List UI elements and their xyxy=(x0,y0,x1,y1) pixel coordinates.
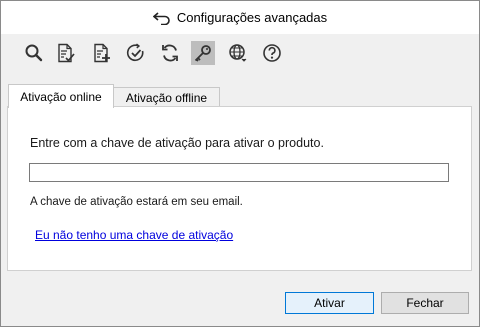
no-key-link[interactable]: Eu não tenho uma chave de ativação xyxy=(35,228,233,242)
document-check-icon xyxy=(58,43,75,63)
key-button[interactable] xyxy=(191,41,215,65)
key-icon xyxy=(194,45,211,62)
settings-window: Configurações avançadas Ativação online … xyxy=(0,0,480,327)
clock-check-icon xyxy=(126,43,144,62)
document-check-button[interactable] xyxy=(54,41,78,65)
online-activation-panel: Entre com a chave de ativação para ativa… xyxy=(7,106,472,271)
document-add-icon xyxy=(94,43,110,63)
help-button[interactable] xyxy=(260,41,284,65)
toolbar xyxy=(1,34,479,74)
refresh-button[interactable] xyxy=(158,41,182,65)
tab-label: Ativação offline xyxy=(125,91,208,105)
language-button[interactable] xyxy=(226,41,250,65)
activate-button[interactable]: Ativar xyxy=(285,292,374,314)
hint-text: A chave de ativação estará em seu email. xyxy=(30,196,243,208)
globe-icon xyxy=(229,44,247,62)
tab-offline-activation[interactable]: Ativação offline xyxy=(113,87,220,108)
tab-online-activation[interactable]: Ativação online xyxy=(8,84,114,108)
tab-label: Ativação online xyxy=(20,89,102,104)
help-icon xyxy=(263,44,281,62)
search-button[interactable] xyxy=(22,41,46,65)
document-add-button[interactable] xyxy=(90,41,114,65)
activation-key-input[interactable] xyxy=(29,163,449,182)
refresh-icon xyxy=(162,44,178,62)
search-icon xyxy=(25,44,43,62)
close-button[interactable]: Fechar xyxy=(381,292,469,314)
clock-check-button[interactable] xyxy=(124,41,148,65)
title-bar: Configurações avançadas xyxy=(1,1,479,34)
window-title: Configurações avançadas xyxy=(176,10,328,25)
back-arrow-icon[interactable] xyxy=(152,11,171,25)
instruction-text: Entre com a chave de ativação para ativa… xyxy=(30,136,324,150)
